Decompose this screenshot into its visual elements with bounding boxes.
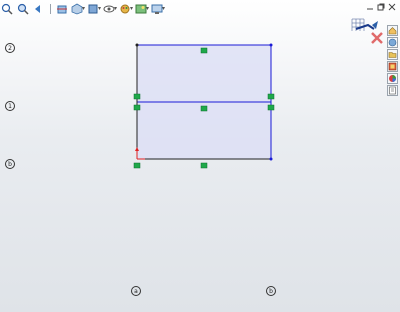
midpoint-handle-top[interactable] xyxy=(200,47,208,54)
handle-left-lower[interactable] xyxy=(133,104,141,111)
upper-rectangle-region[interactable] xyxy=(137,45,271,102)
handle-left-upper[interactable] xyxy=(133,93,141,100)
graphics-area[interactable]: ▾ ▾ ▾ ▾ ▾ ▾ 2 1 b a b xyxy=(0,0,400,312)
midpoint-handle-bottom[interactable] xyxy=(200,162,208,169)
vertex-top-left[interactable] xyxy=(135,43,139,47)
handle-origin[interactable] xyxy=(133,162,141,169)
vertex-top-right[interactable] xyxy=(269,43,273,47)
vertex-bottom-right[interactable] xyxy=(269,157,273,161)
handle-right-lower[interactable] xyxy=(267,104,275,111)
handle-right-upper[interactable] xyxy=(267,93,275,100)
sketch-canvas xyxy=(133,43,275,169)
midpoint-handle-middle[interactable] xyxy=(200,105,208,112)
